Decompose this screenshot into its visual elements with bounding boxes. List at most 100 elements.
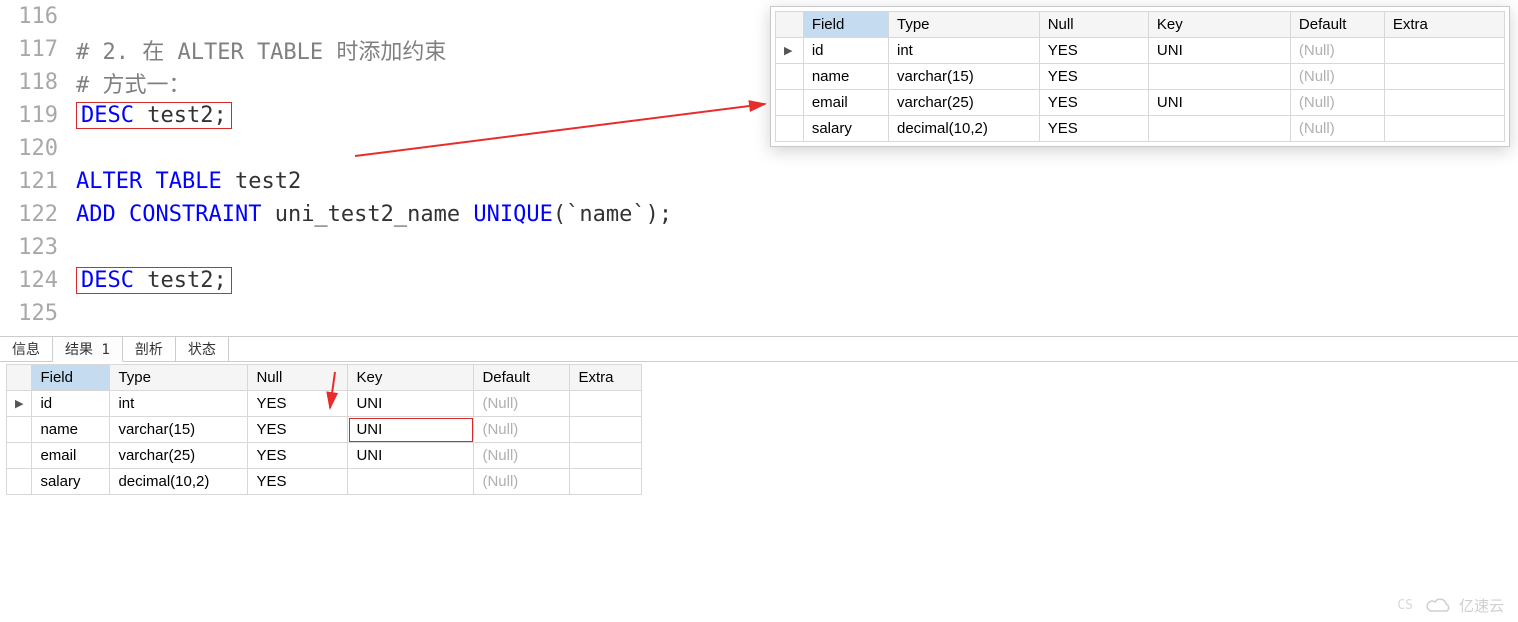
table-cell[interactable]: int (110, 391, 248, 417)
table-cell[interactable]: YES (1039, 90, 1148, 116)
table-cell[interactable]: YES (1039, 64, 1148, 90)
table-cell[interactable]: YES (248, 417, 348, 443)
table-cell[interactable]: decimal(10,2) (889, 116, 1040, 142)
column-header[interactable]: Key (1148, 12, 1290, 38)
highlight-box: DESC test2; (76, 102, 232, 129)
tab-信息[interactable]: 信息 (0, 337, 53, 361)
line-number: 119 (10, 103, 76, 128)
table-cell[interactable]: (Null) (474, 391, 570, 417)
code-content[interactable]: DESC test2; (81, 103, 227, 128)
column-header[interactable]: Null (1039, 12, 1148, 38)
table-cell[interactable]: id (32, 391, 110, 417)
line-number: 124 (10, 268, 76, 293)
row-marker-header (776, 12, 804, 38)
column-header[interactable]: Default (474, 365, 570, 391)
table-cell[interactable]: salary (803, 116, 888, 142)
line-number: 122 (10, 202, 76, 227)
table-cell[interactable]: YES (248, 469, 348, 495)
table-row[interactable]: emailvarchar(25)YESUNI(Null) (7, 443, 642, 469)
column-header[interactable]: Default (1290, 12, 1384, 38)
result-popup-panel: FieldTypeNullKeyDefaultExtra▶idintYESUNI… (770, 6, 1510, 147)
row-marker: ▶ (776, 38, 804, 64)
column-header[interactable]: Extra (570, 365, 642, 391)
table-cell[interactable]: UNI (348, 417, 474, 443)
column-header[interactable]: Null (248, 365, 348, 391)
table-cell[interactable]: varchar(25) (889, 90, 1040, 116)
table-cell[interactable] (570, 443, 642, 469)
line-number: 123 (10, 235, 76, 260)
table-cell[interactable]: (Null) (1290, 38, 1384, 64)
table-row[interactable]: ▶idintYESUNI(Null) (7, 391, 642, 417)
table-cell[interactable]: (Null) (474, 443, 570, 469)
tab-状态[interactable]: 状态 (176, 337, 229, 361)
table-row[interactable]: salarydecimal(10,2)YES (Null) (776, 116, 1505, 142)
table-cell[interactable] (570, 417, 642, 443)
row-marker (776, 64, 804, 90)
code-content[interactable]: ALTER TABLE test2 (76, 169, 301, 194)
table-cell[interactable]: UNI (1148, 90, 1290, 116)
tab-结果 1[interactable]: 结果 1 (53, 336, 123, 362)
code-content[interactable]: # 方式一： (76, 67, 191, 99)
table-cell[interactable]: name (32, 417, 110, 443)
table-row[interactable]: ▶idintYESUNI(Null) (776, 38, 1505, 64)
table-cell[interactable] (1148, 64, 1290, 90)
table-cell[interactable] (1384, 116, 1504, 142)
table-cell[interactable]: varchar(15) (889, 64, 1040, 90)
table-cell[interactable]: UNI (348, 391, 474, 417)
code-line[interactable]: 123 (10, 231, 1518, 264)
row-marker-header (7, 365, 32, 391)
code-line[interactable]: 122ADD CONSTRAINT uni_test2_name UNIQUE(… (10, 198, 1518, 231)
table-cell[interactable]: (Null) (474, 417, 570, 443)
table-cell[interactable]: UNI (348, 443, 474, 469)
column-header[interactable]: Key (348, 365, 474, 391)
table-cell[interactable] (348, 469, 474, 495)
results-panel: FieldTypeNullKeyDefaultExtra▶idintYESUNI… (0, 362, 1518, 495)
row-marker (7, 417, 32, 443)
table-cell[interactable] (1148, 116, 1290, 142)
table-cell[interactable]: id (803, 38, 888, 64)
column-header[interactable]: Field (803, 12, 888, 38)
table-cell[interactable]: salary (32, 469, 110, 495)
table-row[interactable]: emailvarchar(25)YESUNI(Null) (776, 90, 1505, 116)
code-content[interactable]: DESC test2; (81, 268, 227, 293)
column-header[interactable]: Type (889, 12, 1040, 38)
table-cell[interactable]: int (889, 38, 1040, 64)
table-cell[interactable] (1384, 64, 1504, 90)
table-cell[interactable] (1384, 90, 1504, 116)
table-cell[interactable]: UNI (1148, 38, 1290, 64)
code-line[interactable]: 121ALTER TABLE test2 (10, 165, 1518, 198)
table-cell[interactable]: (Null) (1290, 90, 1384, 116)
table-cell[interactable] (570, 469, 642, 495)
table-row[interactable]: salarydecimal(10,2)YES (Null) (7, 469, 642, 495)
table-cell[interactable]: YES (248, 443, 348, 469)
table-cell[interactable] (1384, 38, 1504, 64)
table-cell[interactable] (570, 391, 642, 417)
code-content[interactable]: ADD CONSTRAINT uni_test2_name UNIQUE(`na… (76, 202, 672, 227)
code-line[interactable]: 125 (10, 297, 1518, 330)
result-table-top[interactable]: FieldTypeNullKeyDefaultExtra▶idintYESUNI… (775, 11, 1505, 142)
table-cell[interactable]: (Null) (474, 469, 570, 495)
tab-剖析[interactable]: 剖析 (123, 337, 176, 361)
watermark: CS 亿速云 (1397, 595, 1504, 616)
result-table-bottom[interactable]: FieldTypeNullKeyDefaultExtra▶idintYESUNI… (6, 364, 642, 495)
table-cell[interactable]: (Null) (1290, 116, 1384, 142)
table-cell[interactable]: (Null) (1290, 64, 1384, 90)
table-cell[interactable]: YES (248, 391, 348, 417)
table-row[interactable]: namevarchar(15)YES (Null) (776, 64, 1505, 90)
table-cell[interactable]: YES (1039, 38, 1148, 64)
table-cell[interactable]: email (803, 90, 888, 116)
table-cell[interactable]: email (32, 443, 110, 469)
column-header[interactable]: Extra (1384, 12, 1504, 38)
code-line[interactable]: 124DESC test2; (10, 264, 1518, 297)
table-cell[interactable]: name (803, 64, 888, 90)
table-cell[interactable]: decimal(10,2) (110, 469, 248, 495)
column-header[interactable]: Type (110, 365, 248, 391)
code-content[interactable]: # 2. 在 ALTER TABLE 时添加约束 (76, 34, 446, 66)
row-marker (776, 90, 804, 116)
table-cell[interactable]: varchar(15) (110, 417, 248, 443)
table-cell[interactable]: YES (1039, 116, 1148, 142)
table-cell[interactable]: varchar(25) (110, 443, 248, 469)
row-marker (7, 469, 32, 495)
column-header[interactable]: Field (32, 365, 110, 391)
table-row[interactable]: namevarchar(15)YESUNI(Null) (7, 417, 642, 443)
